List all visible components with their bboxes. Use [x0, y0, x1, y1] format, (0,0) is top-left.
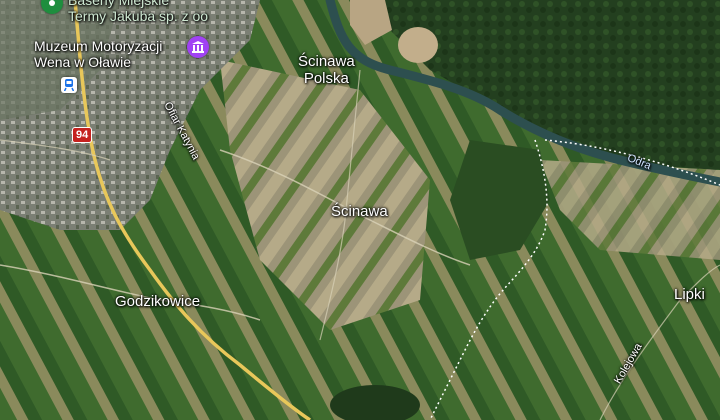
- place-label-scinawa[interactable]: Ścinawa: [331, 203, 388, 220]
- satellite-map[interactable]: Baseny Miejskie Termy Jakuba sp. z oo Mu…: [0, 0, 720, 420]
- place-label-godzikowice[interactable]: Godzikowice: [115, 293, 200, 310]
- museum-name-line2: Wena w Oławie: [34, 54, 132, 70]
- scinawa-polska-line2: Polska: [303, 70, 349, 87]
- train-station-icon[interactable]: [61, 77, 77, 93]
- museum-glyph-icon: [192, 41, 204, 53]
- pool-name-line2: Termy Jakuba sp. z oo: [68, 8, 209, 24]
- museum-icon[interactable]: [187, 36, 209, 58]
- road-shield-94: 94: [72, 127, 93, 143]
- train-glyph-icon: [64, 79, 74, 91]
- pin-glyph-icon: [49, 0, 55, 6]
- place-label-scinawa-polska[interactable]: Ścinawa Polska: [298, 53, 355, 87]
- poi-label-museum[interactable]: Muzeum Motoryzacji Wena w Oławie: [34, 38, 162, 70]
- scinawa-polska-line1: Ścinawa: [298, 53, 355, 70]
- pool-name-line1: Baseny Miejskie: [68, 0, 170, 8]
- poi-label-pool[interactable]: Baseny Miejskie Termy Jakuba sp. z oo: [68, 0, 208, 24]
- place-label-lipki[interactable]: Lipki: [674, 286, 705, 303]
- museum-name-line1: Muzeum Motoryzacji: [34, 38, 163, 54]
